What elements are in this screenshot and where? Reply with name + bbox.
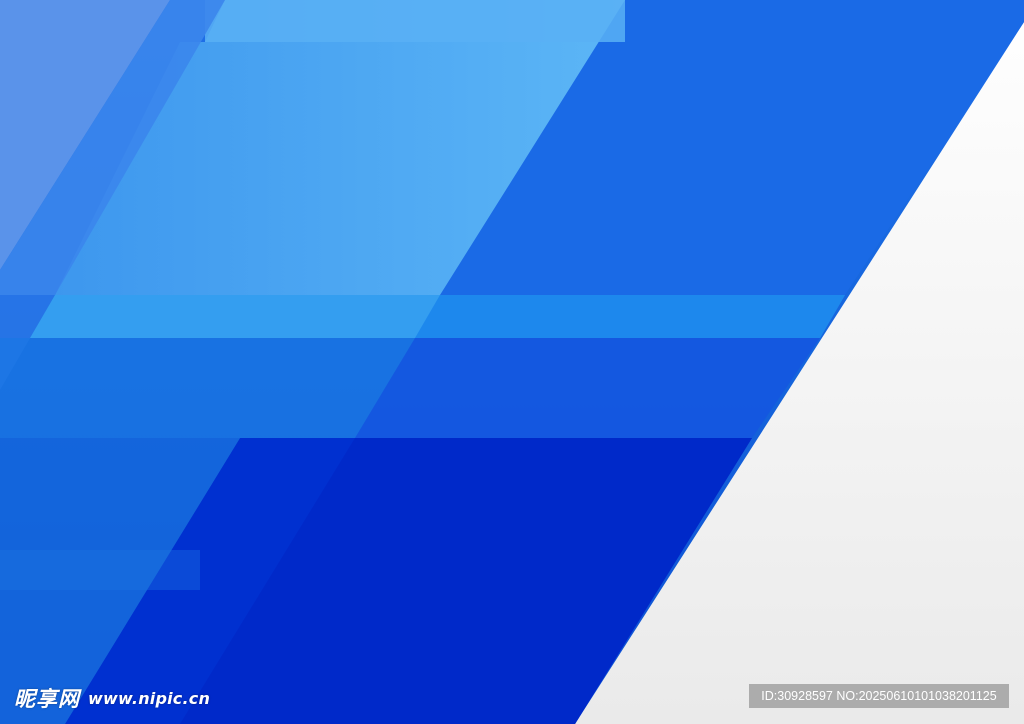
- geometric-shapes: [0, 0, 1024, 724]
- watermark-id-badge: ID:30928597 NO:20250610101038201125: [749, 684, 1009, 708]
- abstract-blue-background: 昵享网 www.nipic.cn ID:30928597 NO:20250610…: [0, 0, 1024, 724]
- watermark-url: www.nipic.cn: [88, 688, 211, 708]
- left-bottom-stripe: [0, 550, 200, 590]
- middle-band: [355, 338, 820, 438]
- watermark-brand: 昵享网: [14, 687, 80, 711]
- sky-top-bar: [205, 0, 625, 42]
- middle-left-band: [0, 338, 415, 438]
- watermark-logo: 昵享网 www.nipic.cn: [14, 683, 210, 713]
- light-stripe-right: [415, 295, 845, 338]
